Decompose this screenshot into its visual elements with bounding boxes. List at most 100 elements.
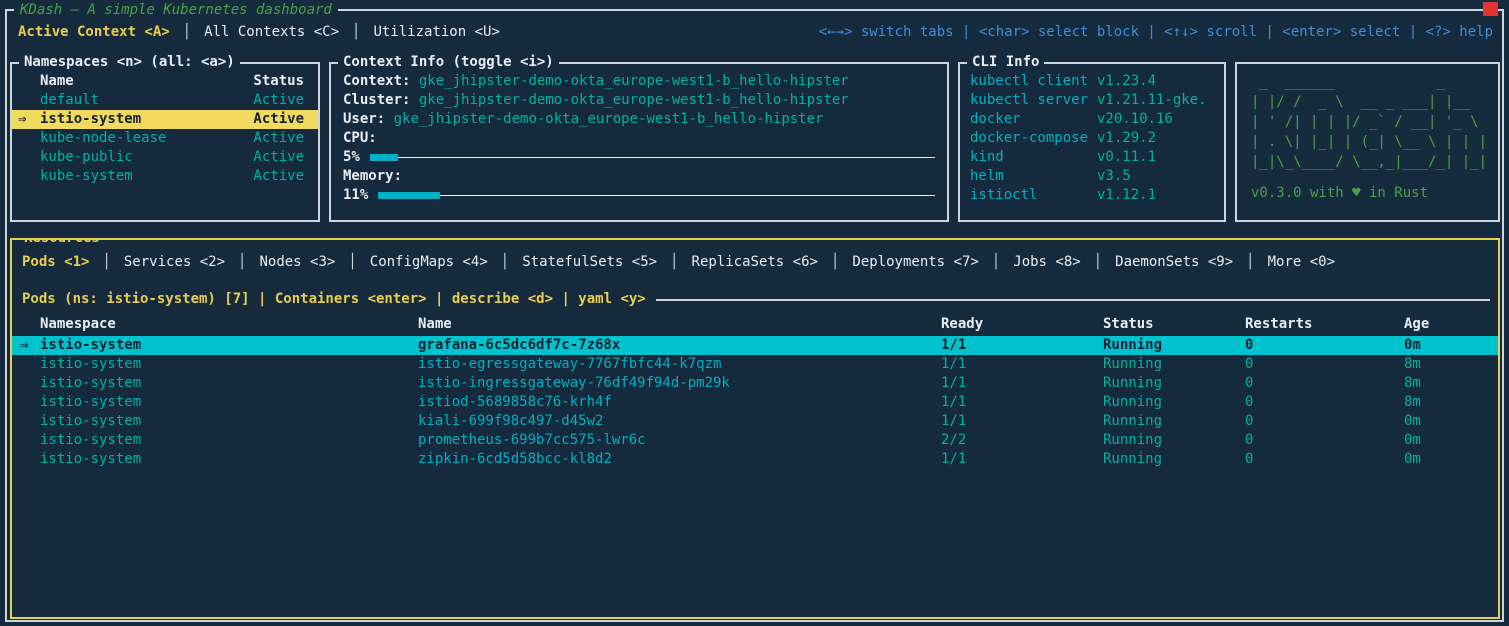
cli-tool-name: istioctl bbox=[970, 186, 1097, 205]
pod-row[interactable]: ⇒istio-systemgrafana-6c5dc6df7c-7z68x1/1… bbox=[12, 336, 1498, 355]
window-title: KDash – A simple Kubernetes dashboard bbox=[14, 1, 338, 20]
pod-row[interactable]: istio-systemistio-ingressgateway-76df49f… bbox=[12, 374, 1498, 393]
resource-tab-statefulsets[interactable]: StatefulSets <5> bbox=[522, 253, 657, 272]
pod-restarts: 0 bbox=[1245, 450, 1404, 469]
pods-col-namespace: Namespace bbox=[40, 315, 418, 334]
pod-row[interactable]: istio-systemprometheus-699b7cc575-lwr6c2… bbox=[12, 431, 1498, 450]
resource-tab-divider: │ bbox=[670, 253, 678, 272]
pod-namespace: istio-system bbox=[40, 355, 418, 374]
kdash-terminal: KDash – A simple Kubernetes dashboard Ac… bbox=[0, 0, 1509, 626]
namespace-row[interactable]: kube-publicActive bbox=[12, 148, 318, 167]
record-indicator-icon bbox=[1483, 2, 1498, 16]
memory-label: Memory: bbox=[343, 167, 935, 186]
cli-tool-version: v1.12.1 bbox=[1097, 186, 1156, 205]
tab-all-contexts[interactable]: All Contexts <C> bbox=[204, 23, 339, 42]
namespace-row[interactable]: kube-node-leaseActive bbox=[12, 129, 318, 148]
pod-restarts: 0 bbox=[1245, 336, 1404, 355]
cpu-gauge: 5% bbox=[343, 148, 935, 167]
pods-panel-rule bbox=[656, 299, 1490, 301]
namespace-status: Active bbox=[253, 148, 304, 167]
namespace-row[interactable]: defaultActive bbox=[12, 91, 318, 110]
resource-tab-configmaps[interactable]: ConfigMaps <4> bbox=[370, 253, 488, 272]
resources-panel-title: Resources bbox=[19, 238, 105, 248]
resource-tab-pods[interactable]: Pods <1> bbox=[22, 253, 89, 272]
pods-col-name: Name bbox=[418, 315, 941, 334]
tab-active-context[interactable]: Active Context <A> bbox=[18, 23, 170, 42]
namespace-row[interactable]: ⇒istio-systemActive bbox=[12, 110, 318, 129]
pod-age: 8m bbox=[1404, 393, 1498, 412]
cli-tool-row: kubectl clientv1.23.4 bbox=[970, 72, 1212, 91]
help-bar: <←→> switch tabs | <char> select block |… bbox=[819, 23, 1493, 42]
pod-ready: 1/1 bbox=[941, 412, 1103, 431]
logo-line: | . \| |_| | (_| \__ \ | | | bbox=[1251, 132, 1498, 152]
pod-status: Running bbox=[1103, 374, 1245, 393]
cli-info-panel[interactable]: CLI Info kubectl clientv1.23.4kubectl se… bbox=[958, 62, 1226, 222]
namespaces-col-status: Status bbox=[253, 72, 304, 91]
cpu-percent: 5% bbox=[343, 148, 360, 167]
resource-tab-services[interactable]: Services <2> bbox=[124, 253, 225, 272]
namespace-status: Active bbox=[253, 91, 304, 110]
pod-name: kiali-699f98c497-d45w2 bbox=[418, 412, 941, 431]
cli-tool-version: v1.21.11-gke. bbox=[1097, 91, 1207, 110]
pod-row[interactable]: istio-systemzipkin-6cd5d58bcc-kl8d21/1Ru… bbox=[12, 450, 1498, 469]
resource-tab-divider: │ bbox=[992, 253, 1000, 272]
logo-line: |_|\_\____/ \__,_|___/_| |_| bbox=[1251, 152, 1498, 172]
cli-tool-version: v1.23.4 bbox=[1097, 72, 1156, 91]
pod-status: Running bbox=[1103, 431, 1245, 450]
pod-ready: 1/1 bbox=[941, 336, 1103, 355]
pod-restarts: 0 bbox=[1245, 412, 1404, 431]
pod-restarts: 0 bbox=[1245, 393, 1404, 412]
pod-namespace: istio-system bbox=[40, 393, 418, 412]
selection-arrow-icon bbox=[12, 355, 40, 374]
cli-info-body: kubectl clientv1.23.4kubectl serverv1.21… bbox=[960, 64, 1224, 205]
cli-tool-row: kindv0.11.1 bbox=[970, 148, 1212, 167]
pods-col-status: Status bbox=[1103, 315, 1245, 334]
memory-gauge-fill bbox=[378, 192, 439, 199]
namespaces-table-body: defaultActive⇒istio-systemActivekube-nod… bbox=[12, 91, 318, 186]
pod-age: 0m bbox=[1404, 412, 1498, 431]
resource-tab-deployments[interactable]: Deployments <7> bbox=[852, 253, 978, 272]
memory-gauge: 11% bbox=[343, 186, 935, 205]
pod-row[interactable]: istio-systemkiali-699f98c497-d45w21/1Run… bbox=[12, 412, 1498, 431]
cli-tool-name: helm bbox=[970, 167, 1097, 186]
resource-tab-nodes[interactable]: Nodes <3> bbox=[259, 253, 335, 272]
pod-status: Running bbox=[1103, 393, 1245, 412]
namespaces-panel[interactable]: Namespaces <n> (all: <a>) Name Status de… bbox=[10, 62, 320, 222]
pod-age: 8m bbox=[1404, 374, 1498, 393]
cli-tool-row: istioctlv1.12.1 bbox=[970, 186, 1212, 205]
pod-namespace: istio-system bbox=[40, 450, 418, 469]
logo-line: | ' /| | | |/ _` / __| '_ \ bbox=[1251, 112, 1498, 132]
namespace-name: kube-system bbox=[40, 167, 133, 186]
context-info-panel[interactable]: Context Info (toggle <i>) Context: gke_j… bbox=[329, 62, 949, 222]
cli-tool-row: helmv3.5 bbox=[970, 167, 1212, 186]
context-field: Context: gke_jhipster-demo-okta_europe-w… bbox=[343, 72, 935, 91]
cli-tool-row: docker-composev1.29.2 bbox=[970, 129, 1212, 148]
resource-tab-more[interactable]: More <0> bbox=[1268, 253, 1335, 272]
pod-age: 8m bbox=[1404, 355, 1498, 374]
resource-tab-jobs[interactable]: Jobs <8> bbox=[1013, 253, 1080, 272]
context-info-body: Context: gke_jhipster-demo-okta_europe-w… bbox=[331, 64, 947, 205]
resource-tab-replicasets[interactable]: ReplicaSets <6> bbox=[692, 253, 818, 272]
resource-tab-daemonsets[interactable]: DaemonSets <9> bbox=[1115, 253, 1233, 272]
pod-namespace: istio-system bbox=[40, 336, 418, 355]
namespace-status: Active bbox=[253, 110, 304, 129]
pod-row[interactable]: istio-systemistio-egressgateway-7767fbfc… bbox=[12, 355, 1498, 374]
resource-tab-divider: │ bbox=[238, 253, 246, 272]
resources-tab-bar: Pods <1> │ Services <2> │ Nodes <3> │ ConfigMa… bbox=[12, 240, 1498, 276]
selection-arrow-icon: ⇒ bbox=[12, 336, 40, 355]
pod-status: Running bbox=[1103, 355, 1245, 374]
logo-panel: _ ______ _ | |/ / _ \ __ _ ___| |__ | ' … bbox=[1235, 62, 1500, 222]
logo-line: _ ______ _ bbox=[1251, 72, 1498, 92]
pod-ready: 1/1 bbox=[941, 393, 1103, 412]
pods-col-restarts: Restarts bbox=[1245, 315, 1404, 334]
pods-table-header: Namespace Name Ready Status Restarts Age bbox=[12, 315, 1498, 334]
pod-ready: 1/1 bbox=[941, 450, 1103, 469]
tab-utilization[interactable]: Utilization <U> bbox=[373, 23, 499, 42]
cpu-gauge-track bbox=[370, 148, 935, 167]
namespace-row[interactable]: kube-systemActive bbox=[12, 167, 318, 186]
pod-row[interactable]: istio-systemistiod-5689858c76-krh4f1/1Ru… bbox=[12, 393, 1498, 412]
app-version: v0.3.0 with ♥ in Rust bbox=[1251, 184, 1498, 203]
cli-tool-name: kind bbox=[970, 148, 1097, 167]
resources-panel[interactable]: Resources Pods <1> │ Services <2> │ Nodes <3… bbox=[10, 238, 1500, 619]
cli-tool-version: v1.29.2 bbox=[1097, 129, 1156, 148]
